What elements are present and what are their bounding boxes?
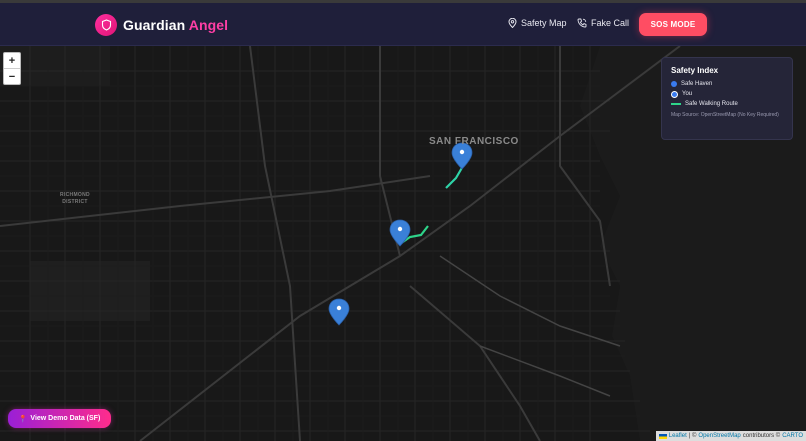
brand-name: Guardian Angel <box>123 17 228 33</box>
legend-you-label: You <box>682 91 693 97</box>
zoom-in-button[interactable]: + <box>4 53 20 68</box>
zoom-control: + − <box>3 52 21 85</box>
phone-icon <box>577 18 587 28</box>
you-dot-icon <box>671 90 678 98</box>
attribution-contributors: contributors © <box>742 433 781 439</box>
legend-row-you: You <box>671 89 783 99</box>
route-line-icon <box>671 103 681 105</box>
safe-haven-dot-icon <box>671 81 677 87</box>
navbar: Guardian Angel Safety Map Fake Call SOS … <box>0 3 806 46</box>
city-label: SAN FRANCISCO <box>429 136 519 147</box>
legend-title: Safety Index <box>671 66 719 75</box>
view-demo-data-button[interactable]: 📍 View Demo Data (SF) <box>8 409 111 428</box>
view-demo-data-label: View Demo Data (SF) <box>30 415 101 422</box>
legend-row-safe-haven: Safe Haven <box>671 79 783 89</box>
attribution-separator: | © <box>688 433 697 439</box>
map-pin-icon <box>508 18 517 28</box>
nav-safety-map[interactable]: Safety Map <box>508 18 567 28</box>
legend-safe-haven-label: Safe Haven <box>681 81 713 87</box>
app-root: Guardian Angel Safety Map Fake Call SOS … <box>0 0 806 441</box>
legend-panel: Safety Index Safe Haven You Safe Walking… <box>661 57 793 140</box>
zoom-out-button[interactable]: − <box>4 68 20 84</box>
sos-mode-button[interactable]: SOS MODE <box>639 13 707 36</box>
shield-icon <box>95 14 117 36</box>
legend-route-label: Safe Walking Route <box>685 101 738 107</box>
leaflet-link[interactable]: Leaflet <box>669 433 687 439</box>
nav-fake-call-label: Fake Call <box>591 18 630 28</box>
carto-link[interactable]: CARTO <box>782 433 803 439</box>
brand[interactable]: Guardian Angel <box>95 13 228 37</box>
district-label: RICHMOND DISTRICT <box>60 192 90 205</box>
legend-source: Map Source: OpenStreetMap (No Key Requir… <box>671 112 779 118</box>
nav-fake-call[interactable]: Fake Call <box>577 18 629 28</box>
safety-map[interactable]: SAN FRANCISCO RICHMOND DISTRICT + − Safe… <box>0 46 806 441</box>
map-attribution: Leaflet | © OpenStreetMap contributors ©… <box>655 431 806 441</box>
brand-name-first: Guardian <box>123 17 186 33</box>
ukraine-flag-icon <box>658 433 667 439</box>
legend-row-route: Safe Walking Route <box>671 99 783 109</box>
osm-link[interactable]: OpenStreetMap <box>698 433 740 439</box>
nav-safety-map-label: Safety Map <box>521 18 567 28</box>
brand-name-second: Angel <box>188 17 229 33</box>
pin-icon: 📍 <box>18 415 28 423</box>
